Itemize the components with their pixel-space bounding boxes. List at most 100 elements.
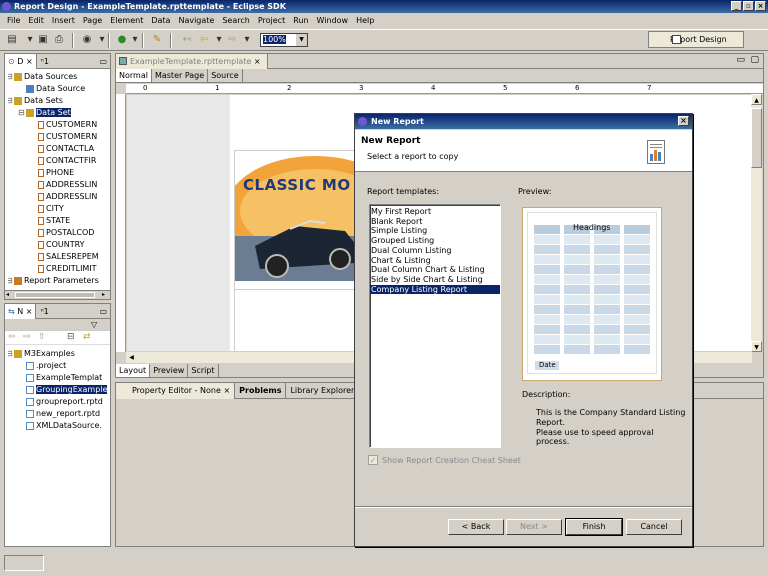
print-icon[interactable]: ⎙ xyxy=(52,33,66,47)
view-menu-icon[interactable]: ▽ xyxy=(91,320,97,329)
minimize-view-icon[interactable]: ▭ xyxy=(99,57,110,66)
menu-help[interactable]: Help xyxy=(352,16,378,25)
template-item[interactable]: Simple Listing xyxy=(370,226,500,236)
back-icon[interactable]: ⇦ xyxy=(8,332,16,342)
vertical-scrollbar[interactable]: ▲ ▼ xyxy=(751,94,762,352)
tree-item[interactable]: CUSTOMERN xyxy=(8,131,110,143)
tree-item[interactable]: ADDRESSLIN xyxy=(8,191,110,203)
tree-item[interactable]: CITY xyxy=(8,203,110,215)
next-button[interactable]: Next > xyxy=(506,519,562,535)
expand-toggle-icon[interactable]: ⊟ xyxy=(8,275,13,287)
close-button[interactable]: × xyxy=(755,1,766,11)
tree-item[interactable]: .project xyxy=(8,360,110,372)
zoom-select[interactable]: 100% ▼ xyxy=(260,33,308,47)
menu-edit[interactable]: Edit xyxy=(24,16,48,25)
expand-toggle-icon[interactable]: ⊟ xyxy=(8,95,13,107)
maximize-button[interactable]: ▫ xyxy=(743,1,754,11)
tree-item[interactable]: CREDITLIMIT xyxy=(8,263,110,275)
menu-file[interactable]: File xyxy=(3,16,24,25)
template-item[interactable]: Blank Report xyxy=(370,217,500,227)
finish-button[interactable]: Finish xyxy=(565,518,623,536)
dropdown-icon[interactable]: ▾ xyxy=(240,33,254,47)
expand-toggle-icon[interactable]: ⊟ xyxy=(8,71,13,83)
tree-item[interactable]: GroupingExample xyxy=(8,384,110,396)
maximize-editor-icon[interactable]: ▢ xyxy=(750,55,759,65)
menu-navigate[interactable]: Navigate xyxy=(174,16,218,25)
template-item[interactable]: Side by Side Chart & Listing xyxy=(370,275,500,285)
up-icon[interactable]: ⇧ xyxy=(38,332,46,342)
tree-item[interactable]: STATE xyxy=(8,215,110,227)
tree-item[interactable]: groupreport.rptd xyxy=(8,396,110,408)
template-item[interactable]: Grouped Listing xyxy=(370,236,500,246)
tab-preview[interactable]: Preview xyxy=(150,364,189,377)
tree-item[interactable]: ⊟ Data Set xyxy=(8,107,110,119)
forward-icon[interactable]: ⇨ xyxy=(23,332,31,342)
new-icon[interactable]: ▤ xyxy=(5,33,19,47)
tree-item[interactable]: ⊟ M3Examples xyxy=(8,348,110,360)
menu-element[interactable]: Element xyxy=(106,16,147,25)
tree-item[interactable]: CUSTOMERN xyxy=(8,119,110,131)
back-button[interactable]: < Back xyxy=(448,519,504,535)
tree-item[interactable]: CONTACTLA xyxy=(8,143,110,155)
minimize-editor-icon[interactable]: ▭ xyxy=(736,55,745,65)
tree-item[interactable]: COUNTRY xyxy=(8,239,110,251)
cancel-button[interactable]: Cancel xyxy=(626,519,682,535)
menu-project[interactable]: Project xyxy=(254,16,289,25)
menu-search[interactable]: Search xyxy=(218,16,253,25)
back-nav-icon[interactable]: ↤ xyxy=(180,33,194,47)
data-explorer-tab[interactable]: ⊙ D × xyxy=(5,53,37,69)
save-icon[interactable]: ▣ xyxy=(36,33,50,47)
back-icon[interactable]: ⇦ xyxy=(197,33,211,47)
dropdown-icon[interactable]: ▾ xyxy=(23,33,37,47)
navigator-tab[interactable]: ⇆ N × xyxy=(5,303,37,319)
perspective-report-design[interactable]: Report Design xyxy=(648,31,744,48)
template-item[interactable]: My First Report xyxy=(370,207,500,217)
tree-item[interactable]: ExampleTemplat xyxy=(8,372,110,384)
forward-icon[interactable]: ⇨ xyxy=(225,33,239,47)
minimize-view-icon[interactable]: ▭ xyxy=(99,307,110,316)
menu-run[interactable]: Run xyxy=(289,16,312,25)
link-editor-icon[interactable]: ⇄ xyxy=(83,332,91,342)
subtab-normal[interactable]: Normal xyxy=(116,69,152,82)
panel-tab-0[interactable]: Property Editor - None × xyxy=(116,382,236,399)
dropdown-icon[interactable]: ▾ xyxy=(95,33,109,47)
tree-item[interactable]: ⊟ Report Parameters xyxy=(8,275,110,287)
tree-item[interactable]: ADDRESSLIN xyxy=(8,179,110,191)
outline-tab[interactable]: ⁿ1 xyxy=(37,57,53,66)
template-item[interactable]: Dual Column Listing xyxy=(370,246,500,256)
logo-image[interactable]: CLASSIC MO xyxy=(225,150,405,290)
tree-item[interactable]: Data Source xyxy=(8,83,110,95)
tree-item[interactable]: XMLDataSource. xyxy=(8,420,110,432)
minimize-button[interactable]: _ xyxy=(731,1,742,11)
close-icon[interactable]: × xyxy=(221,386,230,395)
tree-item[interactable]: POSTALCOD xyxy=(8,227,110,239)
tree-item[interactable]: SALESREPEM xyxy=(8,251,110,263)
tree-item[interactable]: ⊟ Data Sources xyxy=(8,71,110,83)
editor-tab[interactable]: ExampleTemplate.rpttemplate × xyxy=(116,54,268,69)
cheat-sheet-checkbox[interactable]: ✓ xyxy=(368,455,378,465)
dropdown-icon[interactable]: ▾ xyxy=(128,33,142,47)
subtab-master-page[interactable]: Master Page xyxy=(152,69,209,82)
subtab-source[interactable]: Source xyxy=(208,69,243,82)
tree-item[interactable]: PHONE xyxy=(8,167,110,179)
tree-item[interactable]: CONTACTFIR xyxy=(8,155,110,167)
template-item[interactable]: Chart & Listing xyxy=(370,256,500,266)
templates-list[interactable]: My First Report Blank Report Simple Listin… xyxy=(369,204,501,448)
pencil-icon[interactable]: ✎ xyxy=(150,33,164,47)
tree-item[interactable]: new_report.rptd xyxy=(8,408,110,420)
collapse-all-icon[interactable]: ⊟ xyxy=(67,332,75,342)
template-item[interactable]: Company Listing Report xyxy=(370,284,500,295)
menu-data[interactable]: Data xyxy=(147,16,174,25)
dropdown-icon[interactable]: ▾ xyxy=(212,33,226,47)
horizontal-scrollbar[interactable]: ◂ ▸ xyxy=(5,290,110,299)
menu-insert[interactable]: Insert xyxy=(48,16,79,25)
panel-tab-1[interactable]: Problems xyxy=(235,382,287,399)
tab-layout[interactable]: Layout xyxy=(116,364,151,377)
hierarchy-tab[interactable]: ⁿ1 xyxy=(36,307,52,316)
expand-toggle-icon[interactable]: ⊟ xyxy=(8,348,13,360)
panel-tab-2[interactable]: Library Explorer xyxy=(286,382,360,399)
expand-toggle-icon[interactable]: ⊟ xyxy=(18,107,25,119)
tab-script[interactable]: Script xyxy=(188,364,219,377)
dialog-close-button[interactable]: × xyxy=(678,116,689,126)
template-item[interactable]: Dual Column Chart & Listing xyxy=(370,265,500,275)
